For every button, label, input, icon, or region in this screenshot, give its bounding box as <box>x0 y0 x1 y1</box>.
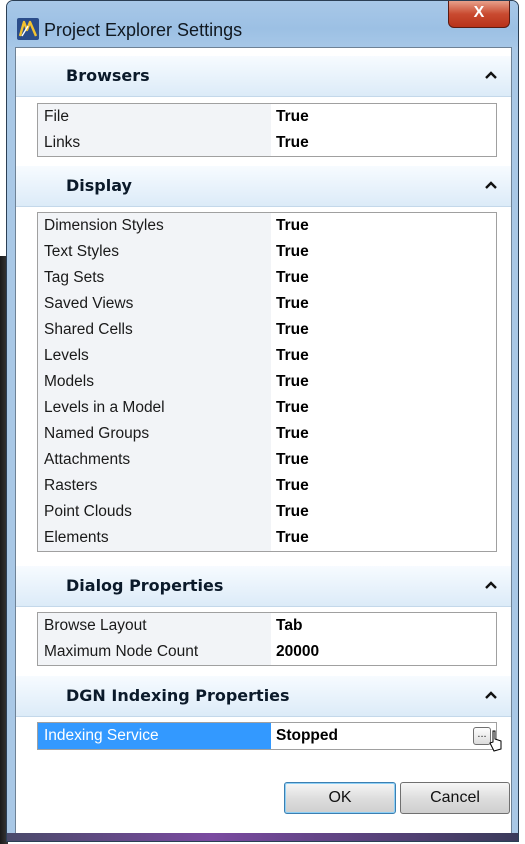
taskbar-strip <box>7 833 518 841</box>
cancel-button[interactable]: Cancel <box>400 782 510 814</box>
section-header-dgn-indexing[interactable]: DGN Indexing Properties <box>16 676 511 717</box>
property-value[interactable]: True <box>271 395 496 421</box>
ok-button[interactable]: OK <box>284 782 396 814</box>
property-value[interactable]: 20000 <box>271 639 496 665</box>
chevron-up-icon[interactable] <box>485 580 497 590</box>
property-row[interactable]: Links True <box>38 130 496 156</box>
property-name: Browse Layout <box>38 613 271 639</box>
property-name: Links <box>38 130 271 156</box>
property-row[interactable]: Dimension Styles True <box>38 213 496 239</box>
property-name: Maximum Node Count <box>38 639 271 665</box>
close-icon: X <box>473 4 485 21</box>
property-name: Rasters <box>38 473 271 499</box>
property-name: Shared Cells <box>38 317 271 343</box>
property-name: Named Groups <box>38 421 271 447</box>
property-grid-display: Dimension Styles True Text Styles True Tag… <box>37 212 497 552</box>
section-title: Display <box>66 176 132 195</box>
property-value[interactable]: True <box>271 130 496 156</box>
section-title: DGN Indexing Properties <box>66 686 290 705</box>
property-name: File <box>38 104 271 130</box>
property-value[interactable]: True <box>271 499 496 525</box>
property-row[interactable]: Levels in a Model True <box>38 395 496 421</box>
property-value[interactable]: True <box>271 447 496 473</box>
property-name: Saved Views <box>38 291 271 317</box>
window-title: Project Explorer Settings <box>44 20 243 40</box>
property-value[interactable]: True <box>271 525 496 551</box>
property-grid-dialog: Browse Layout Tab Maximum Node Count 20000 <box>37 612 497 666</box>
property-name: Attachments <box>38 447 271 473</box>
mouse-cursor-icon <box>489 730 502 752</box>
property-grid-browsers: File True Links True <box>37 103 497 157</box>
property-row[interactable]: Shared Cells True <box>38 317 496 343</box>
property-name: Models <box>38 369 271 395</box>
property-row[interactable]: Text Styles True <box>38 239 496 265</box>
property-value[interactable]: Stopped <box>271 723 496 749</box>
property-row[interactable]: Models True <box>38 369 496 395</box>
property-grid-indexing: Indexing Service Stopped ... <box>37 722 502 752</box>
property-name: Point Clouds <box>38 499 271 525</box>
property-value[interactable]: True <box>271 213 496 239</box>
property-name: Text Styles <box>38 239 271 265</box>
property-row[interactable]: Maximum Node Count 20000 <box>38 639 496 665</box>
section-header-dialog-properties[interactable]: Dialog Properties <box>16 566 511 607</box>
close-button[interactable]: X <box>448 1 510 28</box>
property-value[interactable]: True <box>271 369 496 395</box>
property-name: Indexing Service <box>38 723 271 749</box>
section-header-browsers[interactable]: Browsers <box>16 56 511 97</box>
property-name: Elements <box>38 525 271 551</box>
property-value[interactable]: True <box>271 473 496 499</box>
property-row[interactable]: Rasters True <box>38 473 496 499</box>
section-title: Browsers <box>66 66 150 85</box>
microstation-icon <box>17 18 39 40</box>
property-value[interactable]: True <box>271 239 496 265</box>
property-row-selected[interactable]: Indexing Service Stopped ... <box>38 723 502 752</box>
chevron-up-icon[interactable] <box>485 70 497 80</box>
title-bar[interactable]: Project Explorer Settings X <box>7 1 518 47</box>
property-row[interactable]: Attachments True <box>38 447 496 473</box>
property-name: Dimension Styles <box>38 213 271 239</box>
property-name: Tag Sets <box>38 265 271 291</box>
section-title: Dialog Properties <box>66 576 224 595</box>
property-row[interactable]: Elements True <box>38 525 496 551</box>
property-row[interactable]: Named Groups True <box>38 421 496 447</box>
section-header-display[interactable]: Display <box>16 166 511 207</box>
property-row[interactable]: Point Clouds True <box>38 499 496 525</box>
property-value[interactable]: True <box>271 104 496 130</box>
property-value[interactable]: True <box>271 291 496 317</box>
chevron-up-icon[interactable] <box>485 180 497 190</box>
property-value[interactable]: True <box>271 343 496 369</box>
settings-panel: Browsers File True Links True Display Di… <box>15 47 512 835</box>
property-row[interactable]: File True <box>38 104 496 130</box>
property-name: Levels in a Model <box>38 395 271 421</box>
property-row[interactable]: Tag Sets True <box>38 265 496 291</box>
dialog-window: Project Explorer Settings X Browsers Fil… <box>6 0 519 842</box>
property-row[interactable]: Saved Views True <box>38 291 496 317</box>
property-value[interactable]: True <box>271 317 496 343</box>
property-value[interactable]: True <box>271 265 496 291</box>
property-name: Levels <box>38 343 271 369</box>
property-value[interactable]: Tab <box>271 613 496 639</box>
property-row[interactable]: Browse Layout Tab <box>38 613 496 639</box>
property-value[interactable]: True <box>271 421 496 447</box>
property-row[interactable]: Levels True <box>38 343 496 369</box>
chevron-up-icon[interactable] <box>485 690 497 700</box>
